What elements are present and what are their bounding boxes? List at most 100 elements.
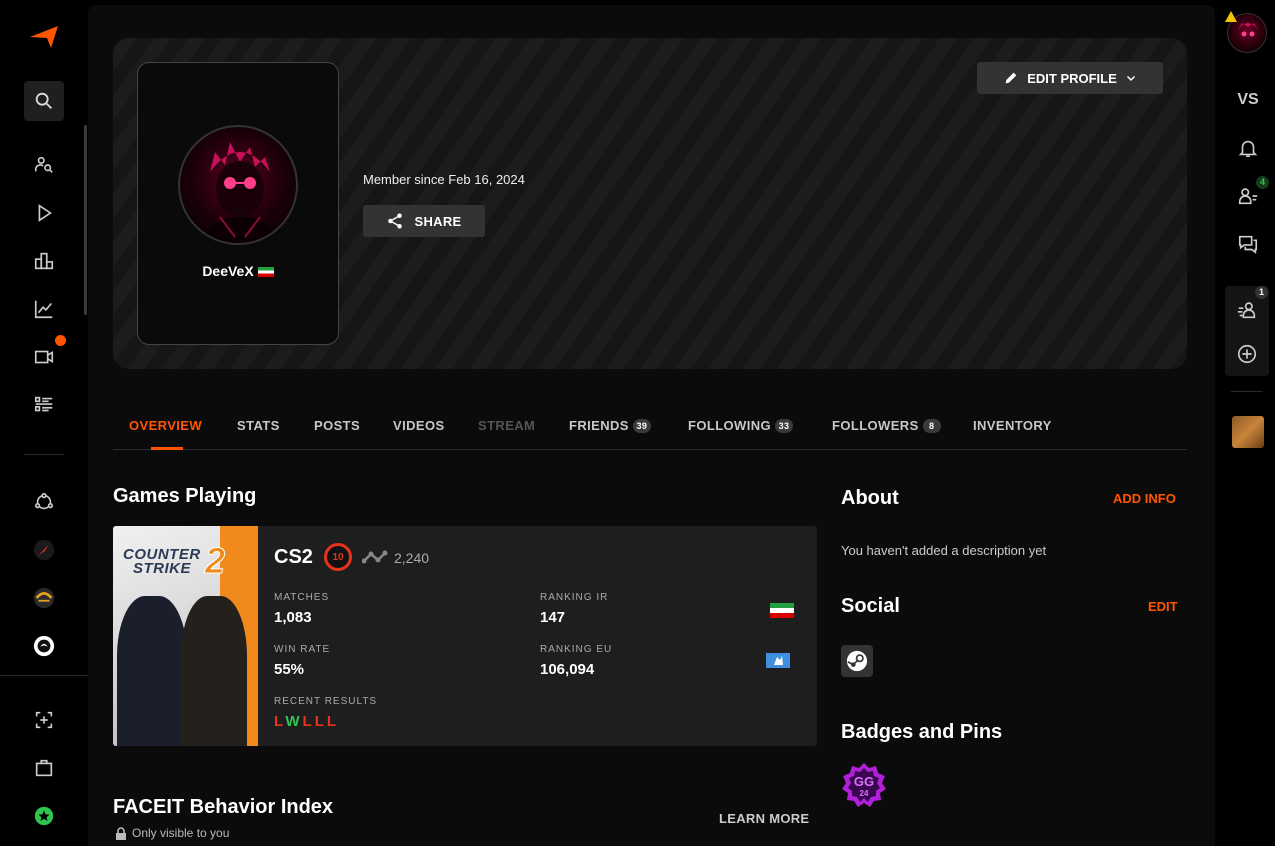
faceit-logo-icon[interactable] [30,26,58,48]
games-playing-heading: Games Playing [113,485,257,507]
profile-avatar[interactable] [178,125,298,245]
tab-stream: STREAM [478,418,535,433]
lock-icon [116,826,126,840]
social-edit-link[interactable]: EDIT [1148,599,1178,614]
tab-label: FOLLOWERS [832,418,919,433]
list-icon [34,396,53,412]
tab-followers[interactable]: FOLLOWERS 8 [832,418,941,433]
steam-icon [846,650,868,672]
tab-following[interactable]: FOLLOWING 33 [688,418,794,433]
feed-button[interactable] [24,385,64,425]
edit-profile-button[interactable]: EDIT PROFILE [977,62,1163,94]
inventory-item-thumb[interactable] [1232,416,1264,448]
soldier-figure [117,596,187,746]
club-button-3[interactable] [24,626,64,666]
share-icon [388,213,403,229]
rail-scrollbar[interactable] [84,125,87,315]
club-button-2[interactable] [24,578,64,618]
chat-icon [1238,235,1258,254]
premium-button[interactable] [24,796,64,836]
profile-banner: DeeVeX Member since Feb 16, 2024 SHARE E… [113,38,1187,369]
stats-button[interactable] [24,289,64,329]
profile-main: DeeVeX Member since Feb 16, 2024 SHARE E… [88,5,1215,846]
result-loss: L [302,713,315,730]
tab-label: VIDEOS [393,418,445,433]
steam-link-button[interactable] [841,645,873,677]
tab-posts[interactable]: POSTS [314,418,360,433]
versus-button[interactable]: VS [1226,80,1270,120]
ranking-ir-value: 147 [540,609,566,626]
gg24-badge-icon[interactable]: GG 24 [841,762,887,808]
play-button[interactable] [24,193,64,233]
cs-two-text: 2 [204,540,226,582]
tab-friends[interactable]: FRIENDS 39 [569,418,651,433]
member-since-text: Member since Feb 16, 2024 [363,172,525,187]
leaderboards-button[interactable] [24,241,64,281]
search-button[interactable] [24,81,64,121]
tab-inventory[interactable]: INVENTORY [973,418,1052,433]
badge-text-bottom: 24 [860,789,869,798]
party-icon [1237,302,1256,319]
tab-overview[interactable]: OVERVIEW [129,418,202,433]
europe-region-icon [766,653,790,668]
left-nav-rail [0,0,88,846]
rail-divider [24,454,64,455]
rail-divider [1231,391,1263,392]
about-description: You haven't added a description yet [841,543,1047,558]
tab-label: FRIENDS [569,418,629,433]
club-button-1[interactable] [24,530,64,570]
party-invites-badge: 1 [1255,286,1268,299]
search-icon [35,92,52,109]
profile-tabs: OVERVIEW STATS POSTS VIDEOS STREAM FRIEN… [113,405,1187,450]
username-text: DeeVeX [202,263,254,279]
hubs-button[interactable] [24,482,64,522]
tab-label: OVERVIEW [129,418,203,433]
learn-more-link[interactable]: LEARN MORE [719,811,809,826]
iran-flag-icon [257,267,274,278]
followers-count-badge: 8 [922,418,941,433]
club-logo-icon [33,539,55,561]
hub-network-icon [34,492,54,510]
edit-profile-label: EDIT PROFILE [1027,70,1117,86]
social-heading: Social [841,595,900,617]
game-name: CS2 [274,546,313,568]
ranking-ir-label: RANKING IR [540,592,609,603]
create-button[interactable] [24,700,64,740]
shop-button[interactable] [24,748,64,788]
create-party-button[interactable] [1225,334,1269,374]
play-icon [38,204,52,222]
profile-username: DeeVeX [138,263,338,279]
iran-flag-icon [770,603,794,618]
ranking-eu-value: 106,094 [540,661,595,678]
tab-stats[interactable]: STATS [237,418,280,433]
add-info-link[interactable]: ADD INFO [1113,491,1176,506]
matches-label: MATCHES [274,592,330,603]
cs-title-line: STRIKE [133,560,192,577]
club-logo-icon [33,635,55,657]
friends-count-badge: 39 [632,418,651,433]
cs2-cover-art: COUNTER STRIKE 2 [113,526,258,746]
notifications-button[interactable] [1226,128,1270,168]
skill-level-value: 10 [332,551,344,563]
avatar-image-icon [201,142,279,243]
badges-heading: Badges and Pins [841,721,1003,743]
chat-button[interactable] [1226,224,1270,264]
tab-label: STREAM [478,418,536,433]
share-label: SHARE [414,213,462,229]
plus-circle-icon [1237,344,1257,364]
ranking-eu-label: RANKING EU [540,644,613,655]
result-loss: L [314,713,327,730]
friends-icon [1238,188,1258,205]
game-card-cs2[interactable]: COUNTER STRIKE 2 CS2 10 2,240 MATCHES 1,0… [113,526,817,746]
star-badge-icon [34,806,54,826]
cs-title-text: COUNTER STRIKE [123,547,201,577]
tab-videos[interactable]: VIDEOS [393,418,445,433]
bell-icon [1238,140,1258,158]
result-loss: L [274,713,286,730]
share-button[interactable]: SHARE [363,205,485,237]
elo-trend-icon [362,550,388,564]
profile-card: DeeVeX [137,62,339,345]
right-rail: VS 4 1 [1222,0,1275,846]
video-camera-icon [34,350,54,364]
find-players-button[interactable] [24,145,64,185]
